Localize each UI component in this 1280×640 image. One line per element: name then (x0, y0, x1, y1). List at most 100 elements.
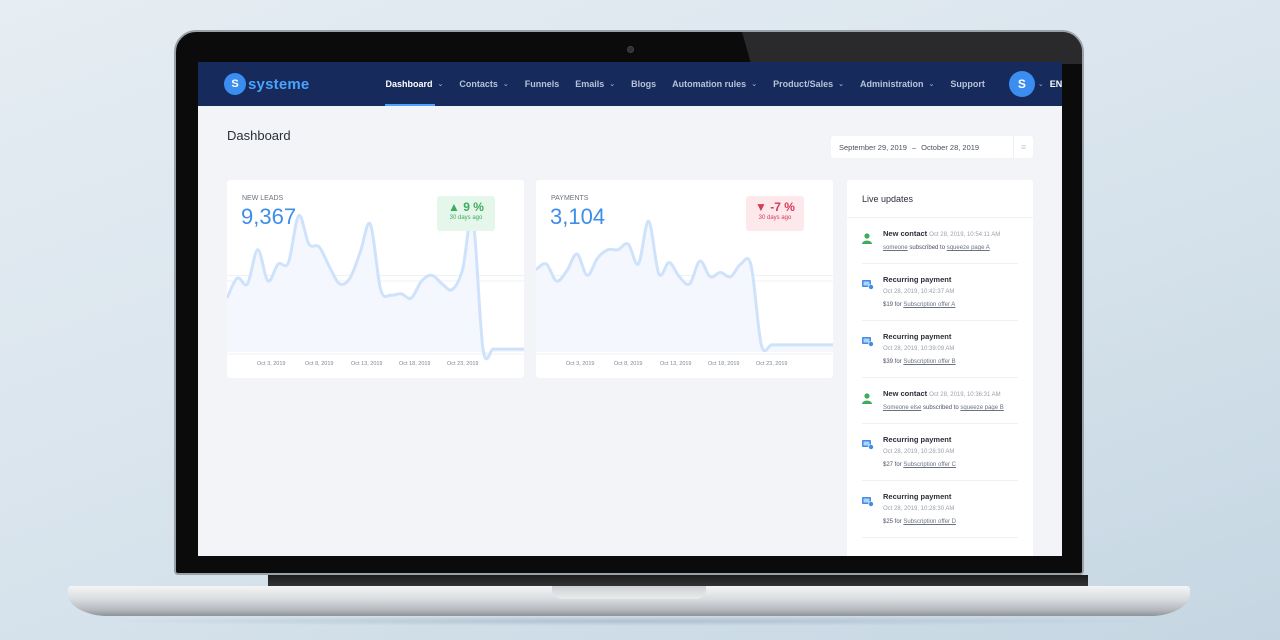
data-point[interactable] (233, 274, 241, 282)
data-point[interactable] (397, 290, 405, 298)
date-end: October 28, 2019 (921, 142, 980, 152)
data-point[interactable] (809, 341, 817, 349)
data-point[interactable] (366, 220, 374, 228)
data-point[interactable] (593, 254, 601, 262)
subscription-offer-link[interactable]: Subscription offer D (903, 519, 956, 525)
chevron-down-icon: ⌄ (838, 81, 844, 88)
nav-label: Dashboard (385, 79, 433, 89)
data-point[interactable] (254, 246, 262, 254)
data-point[interactable] (563, 267, 571, 275)
chevron-down-icon: ⌄ (928, 81, 935, 88)
data-point[interactable] (489, 345, 497, 353)
date-range-text[interactable]: September 29, 2019– October 28, 2019 (831, 143, 1013, 152)
data-point[interactable] (768, 341, 776, 349)
logo-icon: S (226, 75, 244, 93)
update-body: Someone else subscribed to squeeze page … (883, 404, 1018, 413)
nav-item-emails[interactable]: Emails ⌄ (575, 62, 615, 106)
data-point[interactable] (747, 261, 755, 269)
nav-item-support[interactable]: Support (950, 62, 985, 106)
data-point[interactable] (500, 345, 508, 353)
data-point[interactable] (315, 243, 323, 251)
data-point[interactable] (387, 291, 395, 299)
update-body: $25 for Subscription offer D (883, 518, 1018, 527)
subscription-offer-link[interactable]: Subscription offer A (903, 302, 955, 308)
data-point[interactable] (686, 280, 694, 288)
data-point[interactable] (737, 260, 745, 268)
data-point[interactable] (284, 259, 292, 267)
data-point[interactable] (634, 260, 642, 268)
brand-logo[interactable]: S systeme (226, 75, 309, 93)
contact-link[interactable]: someone (883, 245, 908, 251)
live-update-item: Recurring payment Oct 28, 2019, 10:28:30 … (862, 424, 1018, 481)
date-separator: – (911, 142, 917, 152)
data-point[interactable] (479, 345, 487, 353)
nav-item-dashboard[interactable]: Dashboard ⌄ (385, 62, 443, 106)
data-point[interactable] (624, 240, 632, 248)
data-point[interactable] (336, 280, 344, 288)
data-point[interactable] (706, 273, 714, 281)
nav-item-product-sales[interactable]: Product/Sales ⌄ (773, 62, 844, 106)
update-time: Oct 28, 2019, 10:36:31 AM (929, 392, 1001, 398)
chevron-down-icon[interactable]: ⌄ (1038, 80, 1044, 88)
trend-period: 30 days ago (758, 215, 792, 221)
data-point[interactable] (655, 270, 663, 278)
x-tick-label: Oct 13, 2019 (351, 361, 383, 367)
update-body: $39 for Subscription offer B (883, 358, 1018, 367)
data-point[interactable] (346, 274, 354, 282)
avatar[interactable]: S (1010, 73, 1033, 95)
data-point[interactable] (542, 260, 550, 268)
update-body: $19 for Subscription offer A (883, 301, 1018, 310)
nav-item-administration[interactable]: Administration ⌄ (860, 62, 934, 106)
date-range-picker[interactable]: September 29, 2019– October 28, 2019 ≡ (831, 136, 1033, 158)
trend-badge: ▲ 9 % 30 days ago (437, 196, 495, 231)
payments-card: PAYMENTS 3,104 ▼ -7 % 30 days ago Oct 3,… (536, 180, 833, 378)
data-point[interactable] (696, 257, 704, 265)
data-point[interactable] (798, 341, 806, 349)
user-menu[interactable]: S ⌄ EN (1010, 73, 1062, 95)
filter-icon[interactable]: ≡ (1013, 136, 1033, 158)
data-point[interactable] (552, 277, 560, 285)
data-point[interactable] (614, 246, 622, 254)
data-point[interactable] (645, 217, 653, 225)
data-point[interactable] (727, 273, 735, 281)
squeeze-page-link[interactable]: squeeze page B (960, 405, 1003, 411)
data-point[interactable] (788, 341, 796, 349)
subscription-offer-link[interactable]: Subscription offer C (903, 462, 956, 468)
nav-item-blogs[interactable]: Blogs (631, 62, 656, 106)
data-point[interactable] (243, 280, 251, 288)
update-time: Oct 28, 2019, 10:28:30 AM (883, 506, 955, 512)
contact-link[interactable]: Someone else (883, 405, 921, 411)
update-text: subscribed to (921, 405, 961, 411)
data-point[interactable] (459, 266, 467, 274)
card-label: NEW LEADS (242, 195, 284, 202)
data-point[interactable] (377, 286, 385, 294)
data-point[interactable] (407, 294, 415, 302)
nav-item-contacts[interactable]: Contacts ⌄ (459, 62, 508, 106)
data-point[interactable] (778, 341, 786, 349)
data-point[interactable] (510, 345, 518, 353)
data-point[interactable] (583, 271, 591, 279)
data-point[interactable] (418, 277, 426, 285)
data-point[interactable] (604, 246, 612, 254)
data-point[interactable] (675, 273, 683, 281)
language-selector[interactable]: EN (1050, 79, 1062, 89)
nav-item-funnels[interactable]: Funnels (525, 62, 560, 106)
data-point[interactable] (819, 341, 827, 349)
live-updates-panel: Live updates New contact Oct 28, 2019, 1… (847, 180, 1033, 556)
data-point[interactable] (448, 286, 456, 294)
data-point[interactable] (325, 263, 333, 271)
subscription-offer-link[interactable]: Subscription offer B (903, 359, 955, 365)
nav-item-automation-rules[interactable]: Automation rules ⌄ (672, 62, 757, 106)
data-point[interactable] (573, 250, 581, 258)
data-point[interactable] (264, 277, 272, 285)
data-point[interactable] (757, 341, 765, 349)
chevron-down-icon: ⌄ (609, 81, 616, 88)
data-point[interactable] (305, 240, 313, 248)
data-point[interactable] (274, 260, 282, 268)
data-point[interactable] (428, 271, 436, 279)
data-point[interactable] (438, 280, 446, 288)
data-point[interactable] (665, 259, 673, 267)
data-point[interactable] (716, 268, 724, 276)
data-point[interactable] (356, 249, 364, 257)
squeeze-page-link[interactable]: squeeze page A (947, 245, 990, 251)
